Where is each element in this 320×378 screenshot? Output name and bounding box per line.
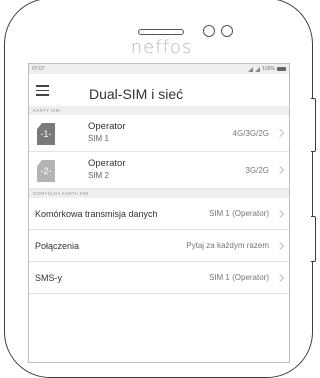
status-icons: 100% [248,66,286,72]
sim-row-2[interactable]: -2- Operator SIM 2 3G/2G [29,152,289,189]
setting-label: Połączenia [35,241,80,251]
page-title: Dual-SIM i sieć [89,86,184,102]
brand-logo: neffos [130,37,193,58]
sim-row-1[interactable]: -1- Operator SIM 1 4G/3G/2G [29,115,289,152]
app-bar: Dual-SIM i sieć [29,74,289,106]
sim-card-icon: -2- [37,160,55,182]
signal-icon [248,66,254,72]
battery-icon [277,67,286,71]
menu-icon[interactable] [36,85,49,96]
sim-card-icon: -1- [37,123,55,145]
chevron-right-icon [275,209,285,219]
setting-label: Komórkowa transmisja danych [35,209,158,219]
default-sms-row[interactable]: SMS-y SIM 1 (Operator) [29,262,289,294]
sim-operator: Operator [88,158,126,169]
phone-screen: 07:07 100% Dual-SIM i sieć KARTY SIM -1-… [28,63,290,363]
sim-network: 4G/3G/2G [232,129,269,138]
chevron-right-icon [275,165,285,175]
setting-label: SMS-y [35,273,62,283]
earpiece-speaker [138,29,184,35]
status-bar: 07:07 100% [29,64,289,74]
volume-button [311,98,316,152]
chevron-right-icon [275,273,285,283]
chevron-right-icon [275,128,285,138]
setting-value: SIM 1 (Operator) [208,209,269,218]
setting-value: Pytaj za każdym razem [186,241,269,250]
sim-operator: Operator [88,121,126,132]
default-mobile-data-row[interactable]: Komórkowa transmisja danych SIM 1 (Opera… [29,198,289,230]
battery-percent: 100% [262,66,275,72]
status-time: 07:07 [32,66,45,72]
proximity-sensor [203,25,215,37]
setting-value: SIM 1 (Operator) [208,273,269,282]
signal-icon [255,66,261,72]
sim-slot: SIM 1 [88,134,109,143]
section-header-sim-cards: KARTY SIM [29,106,289,115]
default-calls-row[interactable]: Połączenia Pytaj za każdym razem [29,230,289,262]
sim-slot: SIM 2 [88,171,109,180]
power-button [311,216,316,262]
section-header-default-sim: DOMYŚLNA KARTA SIM [29,189,289,198]
sim-network: 3G/2G [245,166,269,175]
front-camera [221,25,233,37]
chevron-right-icon [275,241,285,251]
